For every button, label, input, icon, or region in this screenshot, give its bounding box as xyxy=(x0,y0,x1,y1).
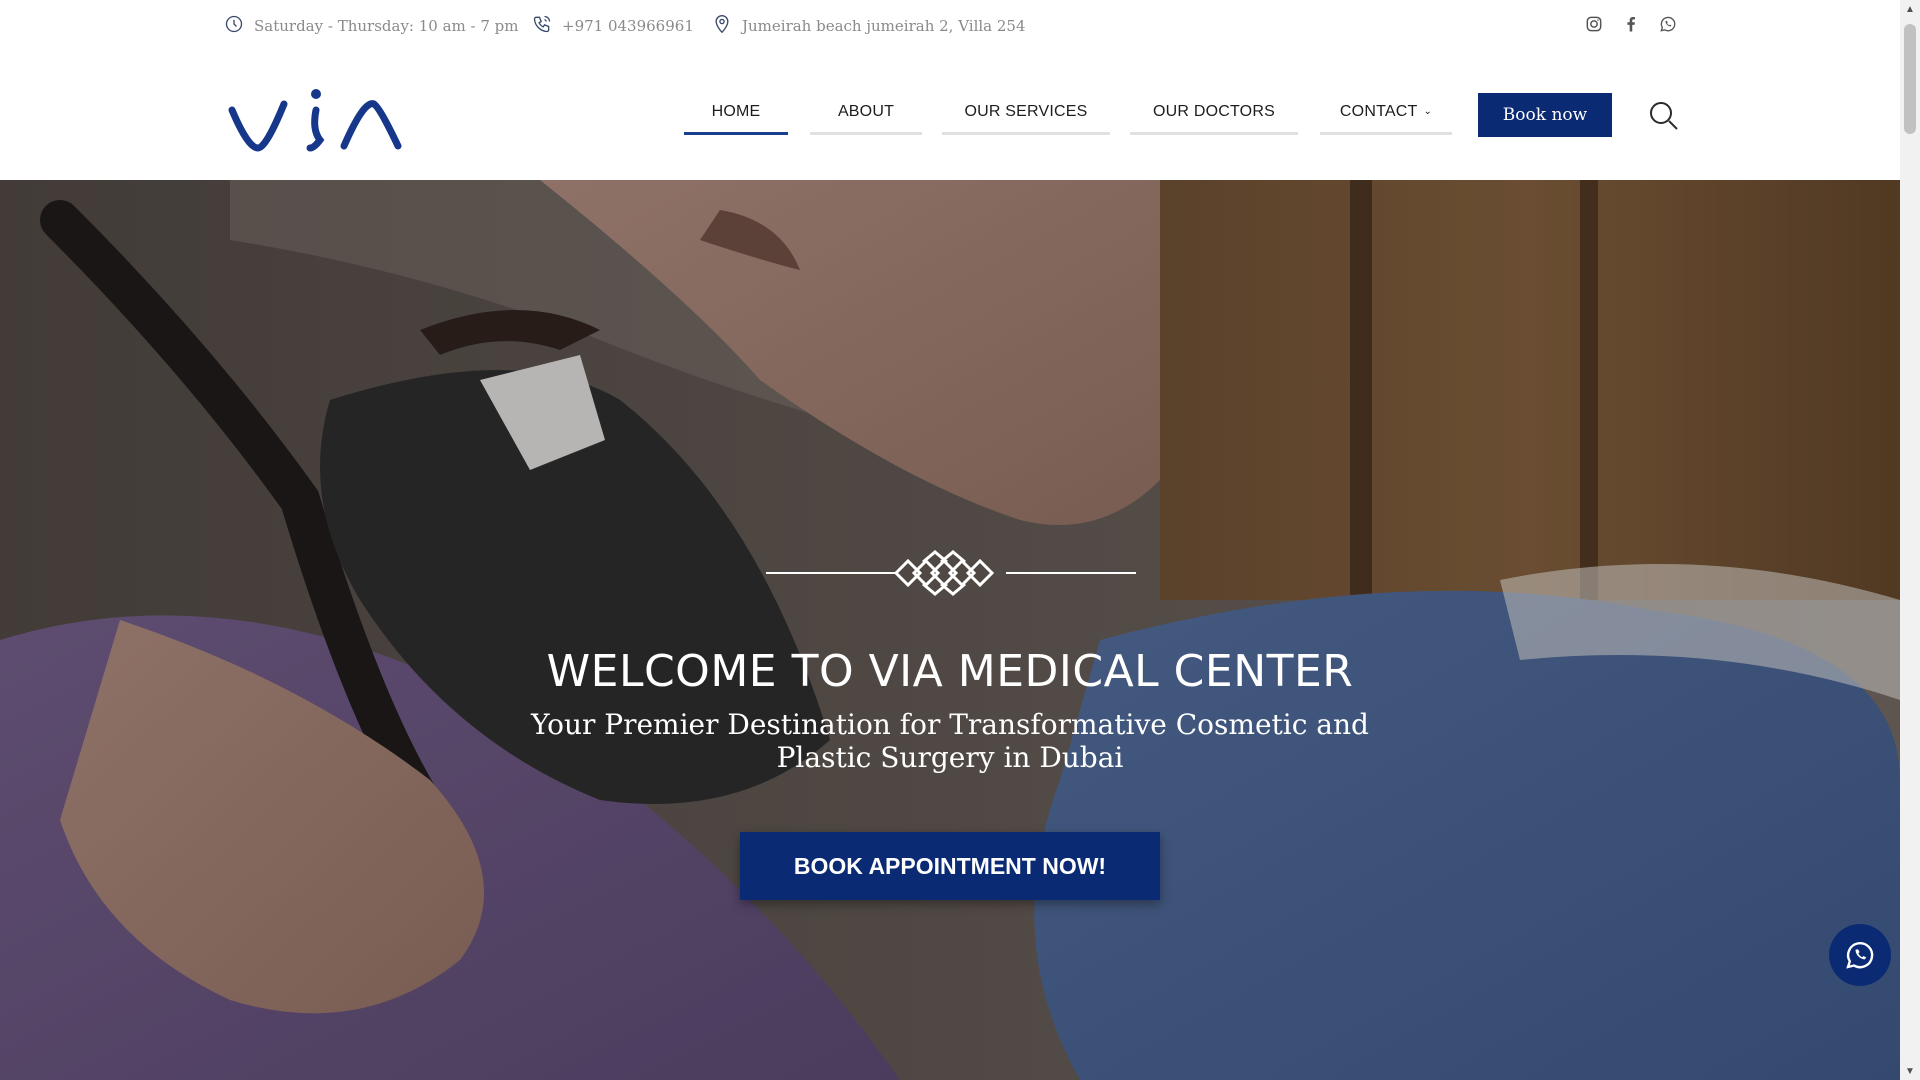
via-logo[interactable] xyxy=(228,80,408,160)
hero-section: WELCOME TO VIA MEDICAL CENTER Your Premi… xyxy=(0,180,1900,1080)
book-appointment-button[interactable]: BOOK APPOINTMENT NOW! xyxy=(740,832,1160,900)
phone-number-text: +971 043966961 xyxy=(562,17,694,35)
phone-number[interactable]: +971 043966961 xyxy=(532,14,694,38)
hero-subtitle: Your Premier Destination for Transformat… xyxy=(531,708,1369,774)
address-text: Jumeirah beach jumeirah 2, Villa 254 xyxy=(742,17,1026,35)
clock-icon xyxy=(224,14,244,38)
opening-hours-text: Saturday - Thursday: 10 am - 7 pm xyxy=(254,17,519,35)
location-pin-icon xyxy=(712,14,732,38)
nav-our-services[interactable]: OUR SERVICES xyxy=(942,50,1110,135)
nav-contact[interactable]: CONTACT ⌄ xyxy=(1320,50,1452,135)
whatsapp-float-icon xyxy=(1846,941,1874,969)
opening-hours: Saturday - Thursday: 10 am - 7 pm xyxy=(224,14,519,38)
address: Jumeirah beach jumeirah 2, Villa 254 xyxy=(712,14,1026,38)
whatsapp-chat-button[interactable] xyxy=(1829,924,1891,986)
whatsapp-icon[interactable] xyxy=(1657,13,1679,35)
scroll-up-arrow[interactable]: ▲ xyxy=(1900,0,1920,18)
phone-icon xyxy=(532,14,552,38)
facebook-icon[interactable] xyxy=(1620,13,1642,35)
nav-about-label: ABOUT xyxy=(810,102,922,135)
hero-overlay xyxy=(0,180,1900,1080)
scroll-down-arrow[interactable]: ▼ xyxy=(1900,1062,1920,1080)
nav-contact-label: CONTACT xyxy=(1339,103,1418,120)
nav-about[interactable]: ABOUT xyxy=(810,50,922,135)
instagram-icon[interactable] xyxy=(1583,13,1605,35)
top-info-bar: Saturday - Thursday: 10 am - 7 pm +971 0… xyxy=(0,0,1900,50)
nav-our-doctors[interactable]: OUR DOCTORS xyxy=(1130,50,1298,135)
decorative-divider-ornament xyxy=(766,550,1136,596)
nav-home-label: HOME xyxy=(684,102,788,135)
chevron-down-icon: ⌄ xyxy=(1423,106,1433,117)
scroll-thumb[interactable] xyxy=(1904,24,1916,134)
search-icon[interactable] xyxy=(1648,100,1680,132)
nav-contact-label-wrap: CONTACT ⌄ xyxy=(1320,102,1452,135)
nav-our-services-label: OUR SERVICES xyxy=(942,102,1110,135)
book-now-button[interactable]: Book now xyxy=(1478,93,1612,137)
nav-home[interactable]: HOME xyxy=(684,50,788,135)
page-scrollbar[interactable]: ▲ ▼ xyxy=(1900,0,1920,1080)
hero-title: WELCOME TO VIA MEDICAL CENTER xyxy=(546,646,1354,697)
nav-our-doctors-label: OUR DOCTORS xyxy=(1130,102,1298,135)
